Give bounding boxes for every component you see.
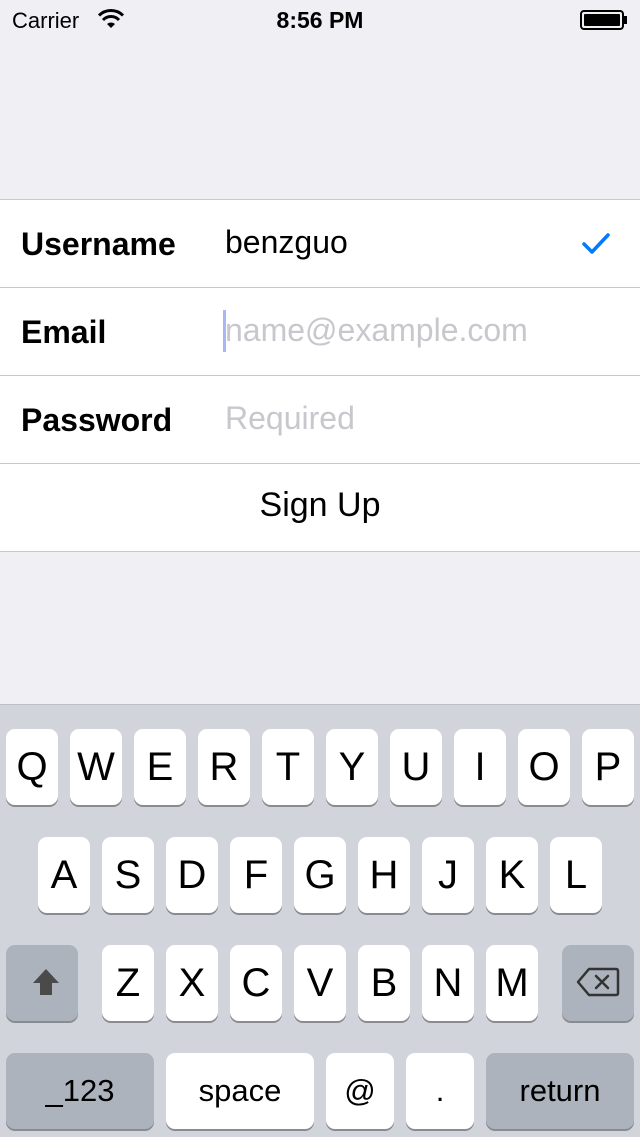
password-row[interactable]: Password Required [0,376,640,464]
key-p[interactable]: P [582,729,634,805]
key-f[interactable]: F [230,837,282,913]
numbers-key[interactable]: _123 [6,1053,154,1129]
key-o[interactable]: O [518,729,570,805]
key-t[interactable]: T [262,729,314,805]
status-bar: Carrier 8:56 PM [0,0,640,40]
key-b[interactable]: B [358,945,410,1021]
key-s[interactable]: S [102,837,154,913]
key-c[interactable]: C [230,945,282,1021]
status-time: 8:56 PM [276,7,364,33]
key-u[interactable]: U [390,729,442,805]
email-label: Email [21,314,107,350]
key-y[interactable]: Y [326,729,378,805]
at-key[interactable]: @ [326,1053,394,1129]
key-q[interactable]: Q [6,729,58,805]
backspace-icon [576,967,620,997]
key-r[interactable]: R [198,729,250,805]
shift-key[interactable] [6,945,78,1021]
keyboard: Q W E R T Y U I O P A S D F G H J K L Z … [0,704,640,1137]
email-field[interactable]: name@example.com [225,312,528,349]
username-field[interactable]: benzguo [225,224,348,261]
signup-form: Username benzguo Email name@example.com … [0,199,640,552]
key-g[interactable]: G [294,837,346,913]
checkmark-icon [582,233,610,254]
return-key[interactable]: return [486,1053,634,1129]
key-i[interactable]: I [454,729,506,805]
key-l[interactable]: L [550,837,602,913]
battery-icon [580,10,627,30]
key-v[interactable]: V [294,945,346,1021]
username-label: Username [21,226,176,262]
key-e[interactable]: E [134,729,186,805]
signup-row[interactable]: Sign Up [0,464,640,551]
shift-icon [33,969,59,995]
key-n[interactable]: N [422,945,474,1021]
key-k[interactable]: K [486,837,538,913]
username-row[interactable]: Username benzguo [0,200,640,288]
password-label: Password [21,402,173,438]
key-j[interactable]: J [422,837,474,913]
password-field[interactable]: Required [225,400,355,437]
key-d[interactable]: D [166,837,218,913]
space-key[interactable]: space [166,1053,314,1129]
key-m[interactable]: M [486,945,538,1021]
key-z[interactable]: Z [102,945,154,1021]
key-x[interactable]: X [166,945,218,1021]
signup-button[interactable]: Sign Up [0,486,640,525]
dot-key[interactable]: . [406,1053,474,1129]
key-h[interactable]: H [358,837,410,913]
delete-key[interactable] [562,945,634,1021]
key-w[interactable]: W [70,729,122,805]
key-a[interactable]: A [38,837,90,913]
email-row[interactable]: Email name@example.com [0,288,640,376]
